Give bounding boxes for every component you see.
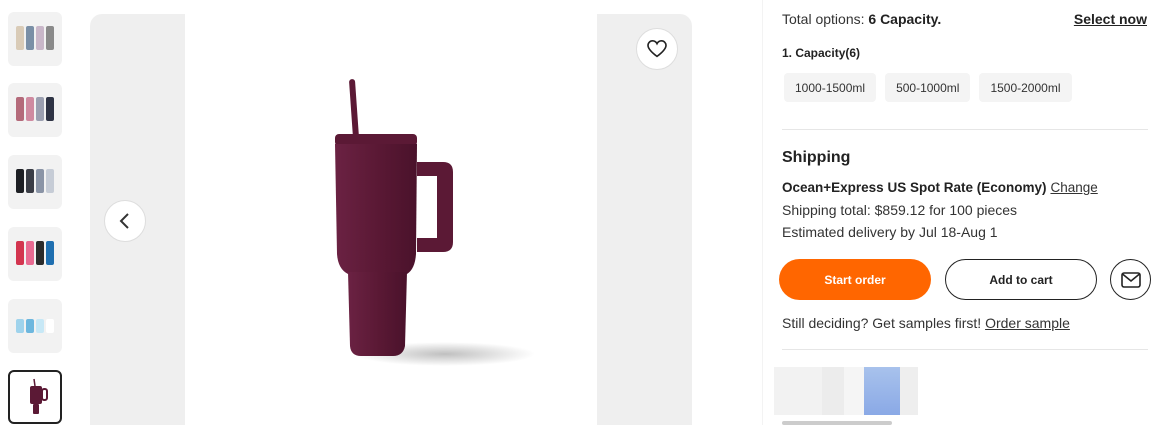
thumbnail-2-image <box>16 97 54 121</box>
blurred-content <box>774 367 954 415</box>
thumbnail-cup <box>36 319 44 333</box>
panel-divider <box>762 0 763 425</box>
thumbnail-cup <box>26 26 34 50</box>
thumbnail-cup <box>26 169 34 193</box>
thumbnail-strip <box>0 0 70 425</box>
thumbnail-2[interactable] <box>8 83 62 137</box>
divider <box>782 349 1148 350</box>
thumbnail-cup <box>46 97 54 121</box>
thumbnail-5-image <box>16 319 54 333</box>
thumbnail-6-image <box>30 378 48 414</box>
capacity-option[interactable]: 1500-2000ml <box>979 73 1072 102</box>
samples-prefix: Still deciding? Get samples first! <box>782 315 982 331</box>
thumbnail-5[interactable] <box>8 299 62 353</box>
thumbnail-cup <box>26 319 34 333</box>
thumbnail-cup <box>26 97 34 121</box>
divider <box>782 129 1148 130</box>
thumbnail-cup <box>36 169 44 193</box>
message-supplier-button[interactable] <box>1110 259 1151 300</box>
blur-block <box>900 367 918 415</box>
capacity-label: 1. Capacity(6) <box>782 46 861 60</box>
product-image <box>335 79 535 366</box>
mail-icon <box>1120 271 1141 288</box>
capacity-option[interactable]: 1000-1500ml <box>784 73 877 102</box>
shipping-title: Shipping <box>782 149 851 166</box>
thumbnail-cup <box>16 97 24 121</box>
thumbnail-3[interactable] <box>8 155 62 209</box>
thumbnail-6[interactable] <box>8 370 62 424</box>
shipping-total: Shipping total: $859.12 for 100 pieces <box>782 202 1018 218</box>
heart-icon <box>647 40 667 58</box>
blur-block <box>864 367 900 415</box>
thumbnail-4[interactable] <box>8 227 62 281</box>
thumbnail-cup <box>46 241 54 265</box>
thumbnail-cup <box>16 319 24 333</box>
chevron-left-icon <box>119 213 129 229</box>
total-options-prefix: Total options: <box>782 11 865 27</box>
thumbnail-cup <box>16 169 24 193</box>
order-sample-link[interactable]: Order sample <box>985 315 1070 331</box>
thumbnail-cup <box>26 241 34 265</box>
thumbnail-4-image <box>16 241 54 265</box>
previous-image-button[interactable] <box>104 200 146 242</box>
thumbnail-cup <box>46 26 54 50</box>
thumbnail-cup <box>36 241 44 265</box>
cutoff-text <box>782 418 902 425</box>
blur-block <box>774 367 822 415</box>
blur-block <box>822 367 844 415</box>
shipping-method-name: Ocean+Express US Spot Rate (Economy) <box>782 180 1047 195</box>
product-gallery <box>90 14 692 425</box>
capacity-options: 1000-1500ml 500-1000ml 1500-2000ml <box>784 73 1072 102</box>
change-shipping-link[interactable]: Change <box>1050 180 1097 195</box>
thumbnail-cup <box>46 319 54 333</box>
capacity-option[interactable]: 500-1000ml <box>885 73 971 102</box>
purchase-panel: Total options: 6 Capacity. Select now 1.… <box>774 0 1151 425</box>
thumbnail-cup <box>16 241 24 265</box>
add-to-cart-button[interactable]: Add to cart <box>945 259 1097 300</box>
start-order-button[interactable]: Start order <box>779 259 931 300</box>
thumbnail-cup <box>36 97 44 121</box>
thumbnail-cup <box>16 26 24 50</box>
favorite-button[interactable] <box>636 28 678 70</box>
thumbnail-cup <box>46 169 54 193</box>
thumbnail-cup <box>36 26 44 50</box>
blur-block <box>844 367 864 415</box>
total-options-value: 6 Capacity. <box>868 11 942 27</box>
shipping-method: Ocean+Express US Spot Rate (Economy) Chan… <box>782 180 1098 195</box>
thumbnail-3-image <box>16 169 54 193</box>
thumbnail-1[interactable] <box>8 12 62 66</box>
delivery-estimate: Estimated delivery by Jul 18-Aug 1 <box>782 224 998 240</box>
select-now-link[interactable]: Select now <box>1074 11 1147 27</box>
samples-row: Still deciding? Get samples first! Order… <box>782 315 1070 331</box>
thumbnail-1-image <box>16 26 54 50</box>
